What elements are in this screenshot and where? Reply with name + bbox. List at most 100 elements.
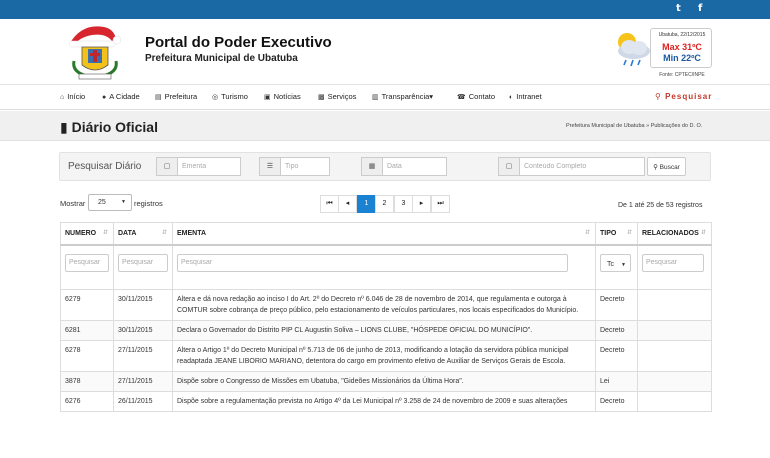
table-header-row: NUMERO ⇵ DATA ⇵ EMENTA ⇵ TIPO ⇵ RELACIONADOS… — [60, 222, 712, 246]
newspaper-icon: ▣ — [264, 94, 271, 101]
cell-data: 30/11/2015 — [113, 320, 173, 341]
data-column-filter[interactable] — [118, 253, 168, 272]
sort-icon: ⇵ — [584, 230, 590, 236]
relacionados-column-filter[interactable] — [642, 253, 704, 272]
column-header-data[interactable]: DATA ⇵ — [113, 222, 173, 246]
cell-tipo: Decreto — [595, 289, 638, 321]
numero-column-filter[interactable] — [65, 253, 109, 272]
cell-relacionados — [637, 391, 712, 412]
cell-relacionados — [637, 320, 712, 341]
nav-item-contato[interactable]: ☎ Contato — [457, 92, 495, 101]
cell-tipo: Decreto — [595, 391, 638, 412]
records-per-page-select[interactable]: 25 ▼ — [88, 194, 132, 211]
table-row[interactable]: 3878 27/11/2015 Dispõe sobre o Congresso… — [60, 371, 712, 392]
length-prefix: Mostrar — [60, 199, 86, 208]
site-subtitle: Prefeitura Municipal de Ubatuba — [145, 53, 298, 64]
search-icon: ⚲ — [653, 163, 660, 171]
last-page-button[interactable]: ⏭ — [431, 195, 450, 213]
cell-relacionados — [637, 340, 712, 372]
nav-label: Intranet — [516, 92, 542, 101]
twitter-icon[interactable]: t — [676, 3, 681, 14]
cell-ementa: Altera e dá nova redação ao inciso I do … — [172, 289, 596, 321]
weather-widget: Ubatuba, 22/12/2015 Max 31ºC Min 22ºC Fo… — [612, 26, 712, 82]
next-page-button[interactable]: ▸ — [412, 195, 431, 213]
cell-numero: 6281 — [60, 320, 114, 341]
page-1-button[interactable]: 1 — [357, 195, 376, 213]
prev-page-button[interactable]: ◂ — [338, 195, 357, 213]
filter-cell — [60, 244, 114, 290]
caret-down-icon: ▼ — [121, 199, 126, 205]
home-icon: ⌂ — [60, 94, 65, 101]
nav-item-turismo[interactable]: ◎ Turismo — [212, 92, 248, 101]
first-page-button[interactable]: ⏮ — [320, 195, 339, 213]
site-title[interactable]: Portal do Poder Executivo — [145, 34, 332, 51]
cell-data: 26/11/2015 — [113, 391, 173, 412]
column-label: TIPO — [600, 229, 617, 237]
data-filter-input[interactable] — [384, 158, 446, 175]
nav-item-noticias[interactable]: ▣ Notícias — [264, 92, 301, 101]
weather-source: Fonte: CPTEC/INPE — [659, 72, 705, 78]
breadcrumb[interactable]: Prefeitura Municipal de Ubatuba » Public… — [566, 123, 702, 129]
buscar-label: Buscar — [659, 163, 680, 171]
records-per-page-value: 25 — [98, 199, 106, 206]
list-icon: ☰ — [260, 158, 281, 175]
ementa-column-filter[interactable] — [177, 253, 568, 272]
briefcase-icon: ▩ — [318, 94, 325, 101]
globe-icon: ◎ — [212, 94, 219, 101]
nav-search-label: Pesquisar — [665, 92, 713, 101]
length-suffix: registros — [134, 199, 163, 208]
page-title: ▮ Diário Oficial — [60, 119, 158, 136]
column-label: NUMERO — [65, 229, 97, 237]
table-row[interactable]: 6281 30/11/2015 Declara o Governador do … — [60, 320, 712, 341]
page-2-button[interactable]: 2 — [375, 195, 394, 213]
cell-tipo: Lei — [595, 371, 638, 392]
nav-item-a-cidade[interactable]: ● A Cidade — [102, 92, 140, 101]
table-row[interactable]: 6278 27/11/2015 Altera o Artigo 1º do De… — [60, 340, 712, 372]
nav-label: Transparência — [381, 92, 430, 101]
city-coat-of-arms-logo[interactable] — [62, 21, 128, 83]
site-header: Portal do Poder Executivo Prefeitura Mun… — [0, 19, 770, 85]
sort-icon: ⇵ — [161, 230, 167, 236]
nav-label: Contato — [468, 92, 496, 101]
nav-label: Início — [67, 92, 86, 101]
nav-label: Serviços — [327, 92, 357, 101]
column-header-numero[interactable]: NUMERO ⇵ — [60, 222, 114, 246]
search-icon: ⚲ — [655, 92, 666, 101]
nav-item-prefeitura[interactable]: ▤ Prefeitura — [155, 92, 197, 101]
column-header-ementa[interactable]: EMENTA ⇵ — [172, 222, 596, 246]
data-filter-group: ▦ — [361, 157, 447, 176]
map-marker-icon: ● — [102, 94, 107, 101]
caret-down-icon: ▼ — [621, 261, 626, 268]
cell-relacionados — [637, 371, 712, 392]
facebook-icon[interactable]: f — [698, 3, 702, 14]
tipo-filter-group: ☰ — [259, 157, 330, 176]
tipo-filter-input[interactable] — [282, 158, 328, 175]
tipo-column-filter-select[interactable]: Tc ▼ — [600, 253, 631, 272]
cell-ementa: Altera o Artigo 1º do Decreto Municipal … — [172, 340, 596, 372]
ementa-filter-group: ▢ — [156, 157, 241, 176]
weather-rain-cloud-icon — [618, 33, 650, 67]
sort-icon: ⇵ — [700, 230, 706, 236]
nav-item-transparencia[interactable]: ▥ Transparência▾ — [372, 92, 433, 101]
conteudo-filter-input[interactable] — [521, 158, 643, 175]
cell-ementa: Dispõe sobre o Congresso de Missões em U… — [172, 371, 596, 392]
filter-label: Pesquisar Diário — [68, 161, 142, 172]
column-filter-row: Tc ▼ — [60, 244, 712, 290]
ementa-filter-input[interactable] — [179, 158, 239, 175]
buscar-button[interactable]: ⚲ Buscar — [647, 157, 686, 176]
column-header-relacionados[interactable]: RELACIONADOS ⇵ — [637, 222, 712, 246]
filter-cell — [637, 244, 712, 290]
column-label: RELACIONADOS — [642, 229, 699, 237]
page-3-button[interactable]: 3 — [394, 195, 413, 213]
cell-data: 27/11/2015 — [113, 340, 173, 372]
table-row[interactable]: 6276 26/11/2015 Dispõe sobre a regulamen… — [60, 391, 712, 412]
nav-item-servicos[interactable]: ▩ Serviços — [318, 92, 356, 101]
page-title-bar: ▮ Diário Oficial Prefeitura Municipal de… — [0, 111, 770, 141]
table-row[interactable]: 6279 30/11/2015 Altera e dá nova redação… — [60, 289, 712, 321]
nav-item-intranet[interactable]: ◐ Intranet — [509, 92, 542, 101]
column-header-tipo[interactable]: TIPO ⇵ — [595, 222, 638, 246]
nav-item-inicio[interactable]: ⌂ Início — [60, 92, 85, 101]
filter-cell — [172, 244, 596, 290]
cell-numero: 3878 — [60, 371, 114, 392]
nav-search-link[interactable]: ⚲ Pesquisar — [655, 92, 712, 101]
